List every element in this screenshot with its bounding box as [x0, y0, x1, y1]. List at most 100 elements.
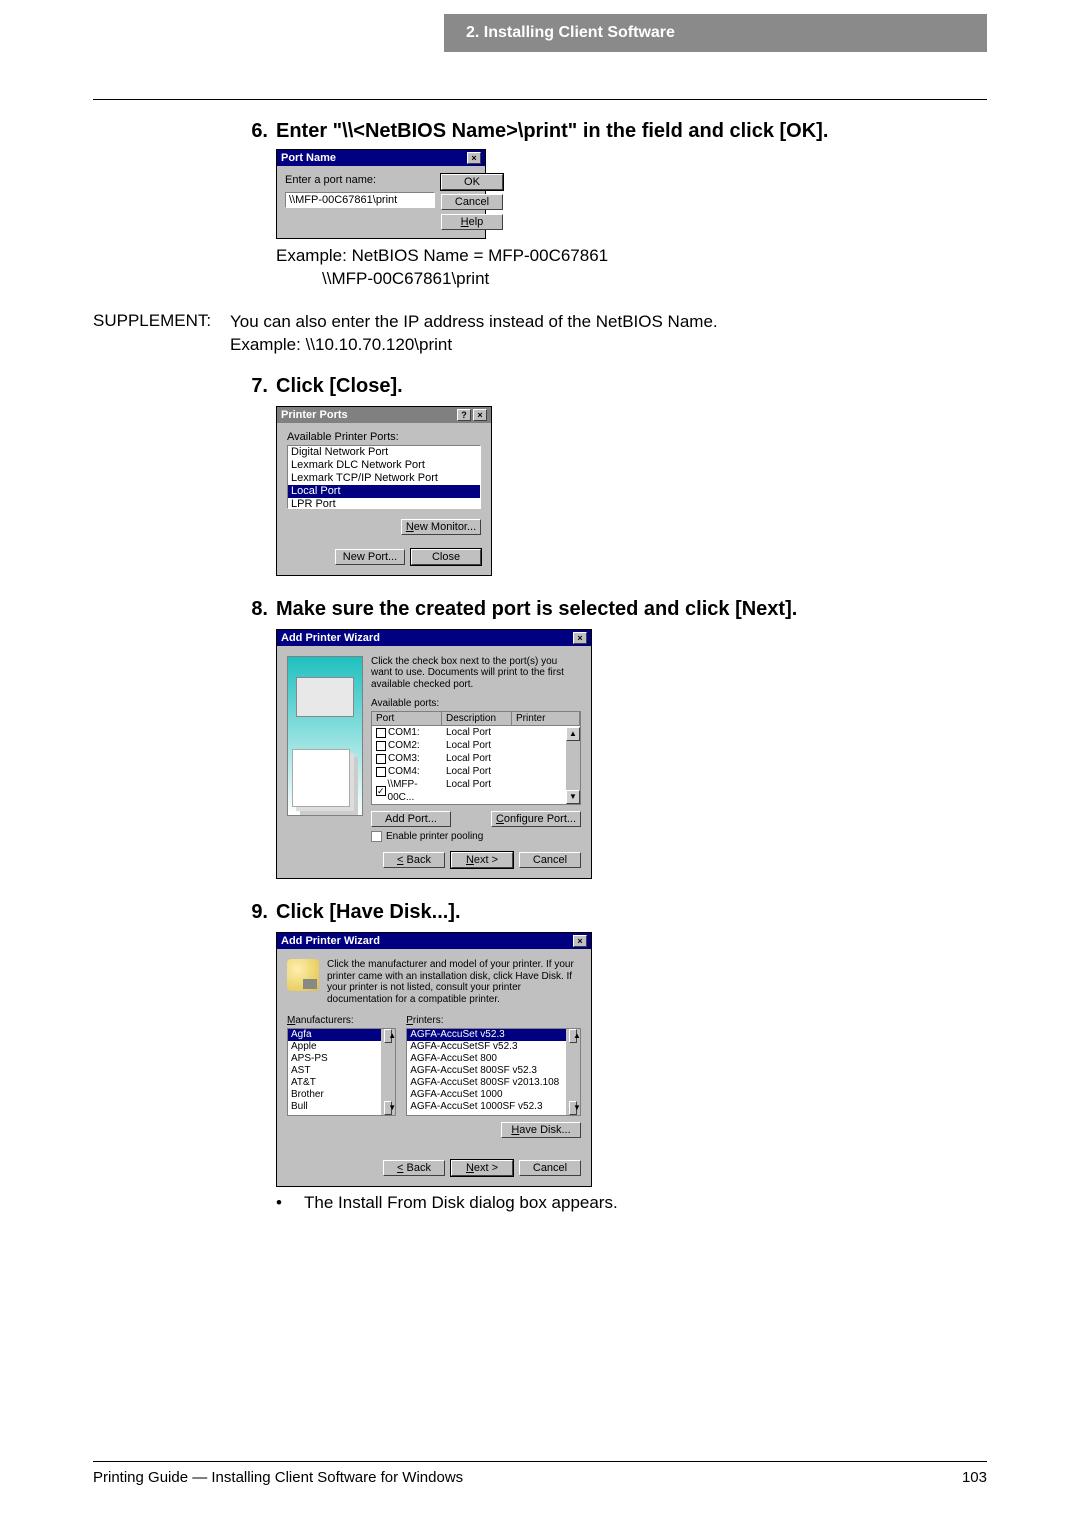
checkbox-icon[interactable] — [376, 754, 386, 764]
supplement-line-2: Example: \\10.10.70.120\print — [230, 334, 718, 357]
checkbox-icon[interactable] — [376, 728, 386, 738]
printer-ports-titlebar: Printer Ports ? × — [277, 407, 491, 423]
help-icon[interactable]: ? — [457, 409, 471, 421]
list-item[interactable]: Lexmark TCP/IP Network Port — [288, 472, 480, 485]
supplement-row: SUPPLEMENT: You can also enter the IP ad… — [93, 311, 987, 357]
close-icon[interactable]: × — [473, 409, 487, 421]
port-name-input[interactable] — [285, 192, 435, 208]
printer-icon — [296, 677, 354, 717]
manufacturers-label: Manufacturers: — [287, 1015, 396, 1026]
add-port-button[interactable]: Add Port... — [371, 811, 451, 827]
table-row[interactable]: COM2:Local Port — [372, 739, 580, 752]
close-icon[interactable]: × — [573, 935, 587, 947]
scrollbar[interactable]: ▲ ▼ — [566, 1029, 580, 1115]
list-item[interactable]: Brother — [288, 1089, 395, 1101]
manufacturers-list[interactable]: Agfa Apple APS-PS AST AT&T Brother Bull … — [287, 1028, 396, 1116]
list-item[interactable]: AGFA-AccuSet 1000 — [407, 1089, 580, 1101]
close-icon[interactable]: × — [467, 152, 481, 164]
have-disk-button[interactable]: Have Disk... — [501, 1122, 581, 1138]
list-item-selected[interactable]: AGFA-AccuSet v52.3 — [407, 1029, 580, 1041]
list-item[interactable]: AST — [288, 1065, 395, 1077]
help-button[interactable]: Help — [441, 214, 503, 230]
list-item-selected[interactable]: Local Port — [288, 485, 480, 498]
step-9-title: Click [Have Disk...]. — [276, 901, 461, 924]
apw-disk-instruction: Click the manufacturer and model of your… — [327, 959, 581, 1005]
list-item[interactable]: AGFA-AccuSet 1000SF v52.3 — [407, 1101, 580, 1113]
list-item[interactable]: AT&T — [288, 1077, 395, 1089]
list-item[interactable]: Bull — [288, 1101, 395, 1113]
ports-table[interactable]: Port Description Printer COM1:Local Port… — [371, 711, 581, 805]
apw-ports-title: Add Printer Wizard — [281, 632, 380, 644]
page-content: 6. Enter "\\<NetBIOS Name>\print" in the… — [93, 116, 987, 1213]
table-row[interactable]: ✓\\MFP-00C...Local Port — [372, 778, 580, 804]
next-button[interactable]: Next > — [451, 852, 513, 868]
list-item[interactable]: Lexmark DLC Network Port — [288, 459, 480, 472]
list-item[interactable]: AGFA-AccuSet 800SF v52.3 — [407, 1065, 580, 1077]
scrollbar[interactable]: ▲ ▼ — [381, 1029, 395, 1115]
scroll-up-icon[interactable]: ▲ — [566, 727, 580, 741]
checkbox-icon[interactable] — [371, 831, 382, 842]
printer-disk-icon — [287, 959, 319, 991]
printers-label: Printers: — [406, 1015, 581, 1026]
ok-button[interactable]: OK — [441, 174, 503, 190]
available-ports-list[interactable]: Digital Network Port Lexmark DLC Network… — [287, 445, 481, 509]
bottom-divider — [93, 1461, 987, 1462]
step-8-num: 8. — [238, 598, 276, 621]
list-item[interactable]: AGFA-AccuSetSF v52.3 — [407, 1041, 580, 1053]
list-item-selected[interactable]: Agfa — [288, 1029, 395, 1041]
close-button[interactable]: Close — [411, 549, 481, 565]
table-row[interactable]: COM4:Local Port — [372, 765, 580, 778]
close-icon[interactable]: × — [573, 632, 587, 644]
next-button[interactable]: Next > — [451, 1160, 513, 1176]
page-footer: Printing Guide — Installing Client Softw… — [93, 1469, 987, 1486]
col-port: Port — [372, 712, 442, 725]
port-name-titlebar: Port Name × — [277, 150, 485, 166]
list-item[interactable]: Digital Network Port — [288, 446, 480, 459]
configure-port-button[interactable]: Configure Port... — [491, 811, 581, 827]
checkbox-icon[interactable] — [376, 767, 386, 777]
step-6-example-2: \\MFP-00C67861\print — [276, 268, 987, 291]
add-printer-wizard-ports-dialog: Add Printer Wizard × Click the check box… — [276, 629, 592, 880]
scroll-up-icon[interactable]: ▲ — [384, 1029, 392, 1043]
new-monitor-button[interactable]: New Monitor... — [401, 519, 481, 535]
top-divider — [93, 99, 987, 100]
back-button[interactable]: < Back — [383, 1160, 445, 1176]
scrollbar[interactable]: ▲ ▼ — [566, 727, 580, 804]
list-item[interactable]: LPR Port — [288, 498, 480, 509]
cancel-button[interactable]: Cancel — [519, 1160, 581, 1176]
scroll-down-icon[interactable]: ▼ — [569, 1101, 577, 1115]
list-item[interactable]: Apple — [288, 1041, 395, 1053]
step-6-row: 6. Enter "\\<NetBIOS Name>\print" in the… — [238, 120, 987, 143]
apw-instruction: Click the check box next to the port(s) … — [371, 656, 581, 691]
enable-pooling-label: Enable printer pooling — [386, 831, 483, 842]
printer-ports-title: Printer Ports — [281, 409, 348, 421]
list-item[interactable]: APS-PS — [288, 1053, 395, 1065]
add-printer-wizard-havedisk-dialog: Add Printer Wizard × Click the manufactu… — [276, 932, 592, 1187]
scroll-down-icon[interactable]: ▼ — [384, 1101, 392, 1115]
step-6-title: Enter "\\<NetBIOS Name>\print" in the fi… — [276, 120, 828, 143]
back-button[interactable]: < Back — [383, 852, 445, 868]
printers-list[interactable]: AGFA-AccuSet v52.3 AGFA-AccuSetSF v52.3 … — [406, 1028, 581, 1116]
checkbox-checked-icon[interactable]: ✓ — [376, 786, 386, 796]
chapter-header: 2. Installing Client Software — [444, 14, 987, 52]
step-8-title: Make sure the created port is selected a… — [276, 598, 797, 621]
apw-disk-titlebar: Add Printer Wizard × — [277, 933, 591, 949]
step-8-row: 8. Make sure the created port is selecte… — [238, 598, 987, 621]
supplement-label: SUPPLEMENT: — [93, 311, 230, 357]
step-6-example-1: Example: NetBIOS Name = MFP-00C67861 — [276, 245, 987, 268]
new-port-button[interactable]: New Port... — [335, 549, 405, 565]
step-9-bullet-text: The Install From Disk dialog box appears… — [304, 1193, 618, 1213]
footer-left: Printing Guide — Installing Client Softw… — [93, 1469, 463, 1486]
cancel-button[interactable]: Cancel — [441, 194, 503, 210]
list-item[interactable]: AGFA-AccuSet 800 — [407, 1053, 580, 1065]
enable-pooling-row[interactable]: Enable printer pooling — [371, 831, 581, 842]
scroll-down-icon[interactable]: ▼ — [566, 790, 580, 804]
table-row[interactable]: COM1:Local Port — [372, 726, 580, 739]
checkbox-icon[interactable] — [376, 741, 386, 751]
table-row[interactable]: COM3:Local Port — [372, 752, 580, 765]
port-name-dialog: Port Name × Enter a port name: OK Cancel… — [276, 149, 486, 239]
cancel-button[interactable]: Cancel — [519, 852, 581, 868]
list-item[interactable]: AGFA-AccuSet 800SF v2013.108 — [407, 1077, 580, 1089]
supplement-line-1: You can also enter the IP address instea… — [230, 311, 718, 334]
scroll-up-icon[interactable]: ▲ — [569, 1029, 577, 1043]
